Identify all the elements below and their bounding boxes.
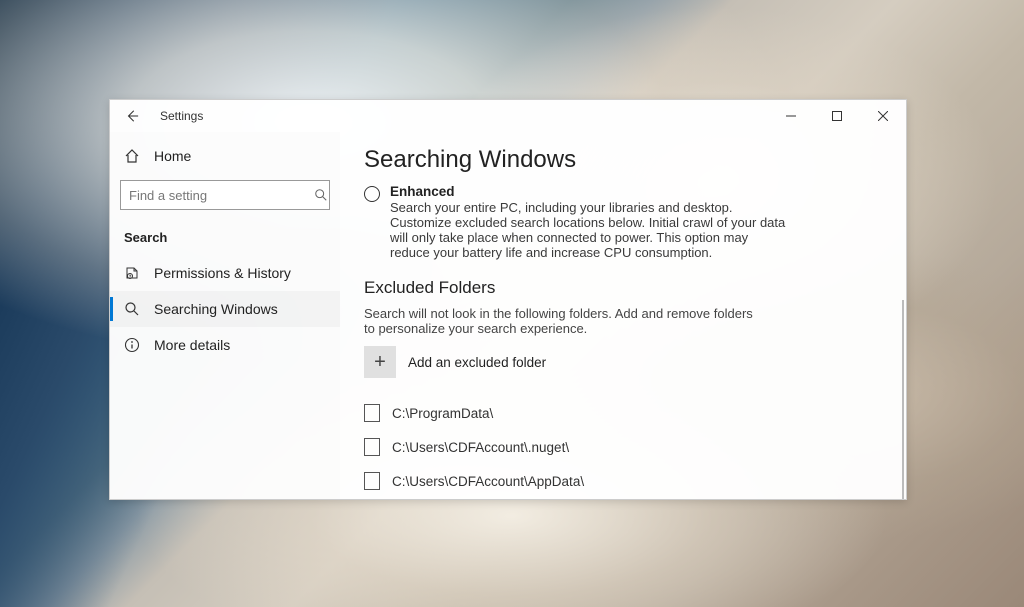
maximize-button[interactable] [814,100,860,132]
sidebar-item-label: Permissions & History [154,265,291,281]
sidebar: Home Search Permissions & History Searc [110,132,340,499]
sidebar-section-heading: Search [110,224,340,255]
search-icon [124,301,140,317]
content-pane: Searching Windows Enhanced Search your e… [340,132,906,499]
excluded-folder-item[interactable]: C:\Users\CDFAccount\.nuget\ [364,430,882,464]
excluded-folder-item[interactable]: C:\Users\CDFAccount\AppData\ [364,464,882,498]
radio-icon [364,186,380,202]
app-title: Settings [160,109,203,123]
excluded-folders-description: Search will not look in the following fo… [364,306,764,336]
folder-icon [364,404,380,422]
add-excluded-folder-label: Add an excluded folder [408,355,546,370]
folder-icon [364,438,380,456]
add-excluded-folder-button[interactable]: + Add an excluded folder [364,346,882,378]
minimize-button[interactable] [768,100,814,132]
close-button[interactable] [860,100,906,132]
excluded-folder-item[interactable]: C:\ProgramData\ [364,396,882,430]
home-label: Home [154,148,191,164]
home-button[interactable]: Home [110,140,340,172]
folder-path: C:\Users\CDFAccount\AppData\ [392,474,584,489]
plus-icon: + [364,346,396,378]
find-setting-box[interactable] [120,180,330,210]
sidebar-item-more-details[interactable]: More details [110,327,340,363]
sidebar-item-searching-windows[interactable]: Searching Windows [110,291,340,327]
folder-icon [364,472,380,490]
home-icon [124,148,140,164]
sidebar-item-permissions[interactable]: Permissions & History [110,255,340,291]
titlebar: Settings [110,100,906,132]
window-controls [768,100,906,132]
folder-path: C:\Users\CDFAccount\.nuget\ [392,440,569,455]
history-icon [124,265,140,281]
option-text: Enhanced Search your entire PC, includin… [390,184,790,260]
search-mode-enhanced[interactable]: Enhanced Search your entire PC, includin… [364,184,882,260]
back-button[interactable] [122,106,142,126]
option-description: Search your entire PC, including your li… [390,200,785,260]
find-setting-input[interactable] [129,188,305,203]
excluded-folders-heading: Excluded Folders [364,278,882,298]
sidebar-item-label: More details [154,337,230,353]
scrollbar[interactable] [902,300,904,499]
sidebar-item-label: Searching Windows [154,301,278,317]
excluded-folder-item[interactable]: C:\Users\CDFAccount\MicrosoftEdgeBackups… [364,498,882,499]
page-title: Searching Windows [364,146,882,174]
settings-window: Settings Home [109,99,907,500]
option-name: Enhanced [390,184,790,199]
search-icon [313,187,329,203]
folder-path: C:\ProgramData\ [392,406,493,421]
info-icon [124,337,140,353]
